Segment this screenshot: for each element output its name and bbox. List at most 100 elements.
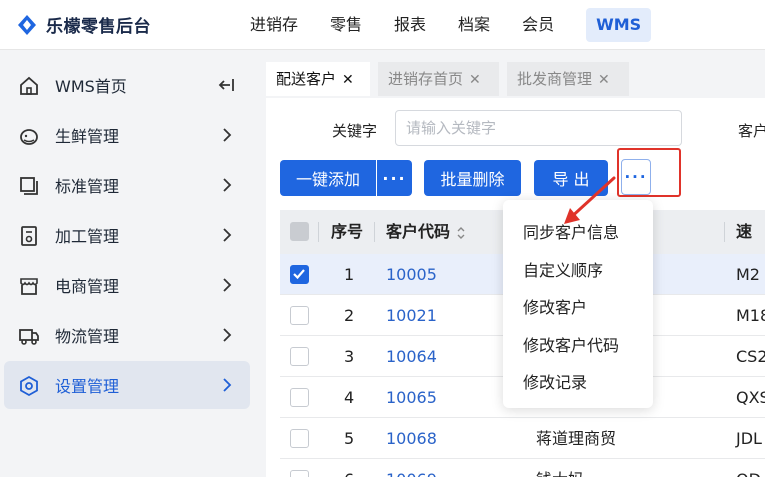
header-divider (374, 222, 375, 242)
table-row[interactable]: 5 10068 蒋道理商贸 JDL (280, 418, 765, 459)
menu-item-edit-customer[interactable]: 修改客户 (523, 294, 587, 318)
tab-wholesaler[interactable]: 批发商管理 ✕ (507, 62, 629, 96)
sidebar-item-label: 加工管理 (55, 227, 120, 246)
quick-add-more-button[interactable]: ··· (377, 160, 412, 196)
row-quick: QD (736, 459, 761, 477)
row-index: 4 (344, 388, 355, 407)
header-index: 序号 (331, 222, 364, 241)
row-quick: M18 (736, 306, 765, 325)
row-code-link[interactable]: 10021 (386, 295, 437, 336)
customer-label: 客户 (738, 122, 765, 140)
sidebar-item-ecommerce[interactable]: 电商管理 (4, 261, 250, 309)
sort-icon[interactable] (456, 225, 466, 241)
close-icon[interactable]: ✕ (342, 63, 354, 97)
top-nav: 进销存 零售 报表 档案 会员 WMS (250, 0, 683, 50)
tab-inventory-home[interactable]: 进销存首页 ✕ (378, 62, 499, 96)
chevron-right-icon (223, 378, 232, 392)
select-all-checkbox[interactable] (290, 222, 309, 241)
more-actions-dropdown: 同步客户信息 自定义顺序 修改客户 修改客户代码 修改记录 (503, 200, 653, 408)
topnav-item-archive[interactable]: 档案 (458, 0, 490, 50)
menu-item-edit-customer-code[interactable]: 修改客户代码 (523, 332, 619, 356)
topnav-item-wms[interactable]: WMS (586, 8, 652, 42)
brand[interactable]: 乐檬零售后台 (16, 12, 151, 37)
row-code-link[interactable]: 10005 (386, 254, 437, 295)
topnav-item-members[interactable]: 会员 (522, 0, 554, 50)
standard-icon (20, 177, 38, 195)
tab-label: 批发商管理 (517, 70, 593, 88)
sidebar: WMS首页 生鲜管理 标准管理 加工管理 电商管理 物流管理 设置管理 (0, 50, 258, 477)
quick-add-button[interactable]: 一键添加 (280, 160, 376, 196)
close-icon[interactable]: ✕ (598, 63, 610, 97)
fresh-icon (20, 129, 38, 145)
sidebar-item-fresh[interactable]: 生鲜管理 (4, 111, 250, 159)
chevron-right-icon (223, 228, 232, 242)
row-checkbox[interactable] (290, 265, 309, 284)
row-checkbox[interactable] (290, 388, 309, 407)
row-index: 5 (344, 429, 355, 448)
topnav-item-reports[interactable]: 报表 (394, 0, 426, 50)
sidebar-item-settings[interactable]: 设置管理 (4, 361, 250, 409)
row-code-link[interactable]: 10065 (386, 377, 437, 418)
brand-logo-icon (18, 14, 36, 35)
tab-label: 进销存首页 (388, 70, 464, 88)
table-row[interactable]: 6 10069 钱大妈 QD (280, 459, 765, 477)
sidebar-item-label: 物流管理 (55, 327, 120, 346)
sidebar-item-label: 电商管理 (55, 277, 120, 296)
sidebar-item-label: WMS首页 (55, 77, 127, 96)
row-checkbox[interactable] (290, 347, 309, 366)
row-checkbox[interactable] (290, 306, 309, 325)
topnav-item-retail[interactable]: 零售 (330, 0, 362, 50)
header-quick: 速记 (736, 222, 753, 285)
collapse-sidebar-icon[interactable] (216, 75, 236, 95)
menu-item-edit-log[interactable]: 修改记录 (523, 369, 587, 393)
page-tabs: 配送客户 ✕ 进销存首页 ✕ 批发商管理 ✕ (266, 58, 765, 98)
chevron-right-icon (223, 278, 232, 292)
menu-item-custom-order[interactable]: 自定义顺序 (523, 257, 603, 281)
store-icon (20, 278, 38, 295)
header-divider (318, 222, 319, 242)
row-index: 1 (344, 265, 355, 284)
row-name: 蒋道理商贸 (536, 429, 617, 448)
sidebar-item-logistics[interactable]: 物流管理 (4, 311, 250, 359)
annotation-highlight-box (617, 148, 681, 197)
tab-delivery-customers[interactable]: 配送客户 ✕ (266, 62, 370, 96)
settings-icon (20, 375, 38, 397)
process-icon (21, 226, 37, 246)
row-name: 钱大妈 (536, 459, 584, 477)
row-quick: CS2 (736, 347, 765, 366)
sidebar-item-standard[interactable]: 标准管理 (4, 161, 250, 209)
row-code-link[interactable]: 10069 (386, 459, 437, 477)
row-code-link[interactable]: 10064 (386, 336, 437, 377)
row-checkbox[interactable] (290, 470, 309, 477)
sidebar-item-label: 设置管理 (55, 377, 120, 396)
menu-item-sync-customer[interactable]: 同步客户信息 (523, 219, 619, 243)
topnav-item-inventory[interactable]: 进销存 (250, 0, 298, 50)
export-button[interactable]: 导 出 (534, 160, 608, 196)
sidebar-item-label: 标准管理 (55, 177, 120, 196)
header-divider (724, 222, 725, 242)
row-index: 3 (344, 347, 355, 366)
brand-name: 乐檬零售后台 (46, 17, 151, 37)
sidebar-item-label: 生鲜管理 (55, 127, 120, 146)
truck-icon (19, 329, 39, 345)
row-code-link[interactable]: 10068 (386, 418, 437, 459)
tab-label: 配送客户 (276, 70, 337, 88)
check-icon (293, 269, 305, 280)
keyword-input[interactable] (395, 110, 682, 146)
row-quick: JDL (736, 429, 762, 448)
row-quick: M2 (736, 265, 760, 284)
row-quick: QXS (736, 388, 765, 407)
chevron-right-icon (223, 128, 232, 142)
header-code[interactable]: 客户代码 (386, 210, 466, 254)
home-icon (20, 76, 38, 95)
close-icon[interactable]: ✕ (469, 63, 481, 97)
keyword-label: 关键字 (332, 122, 378, 140)
row-checkbox[interactable] (290, 429, 309, 448)
sidebar-item-process[interactable]: 加工管理 (4, 211, 250, 259)
sidebar-item-wms-home[interactable]: WMS首页 (4, 61, 250, 109)
row-index: 2 (344, 306, 355, 325)
top-bar: 乐檬零售后台 进销存 零售 报表 档案 会员 WMS (0, 0, 765, 50)
row-index: 6 (344, 459, 354, 477)
batch-delete-button[interactable]: 批量删除 (424, 160, 521, 196)
header-code-label: 客户代码 (386, 222, 451, 241)
